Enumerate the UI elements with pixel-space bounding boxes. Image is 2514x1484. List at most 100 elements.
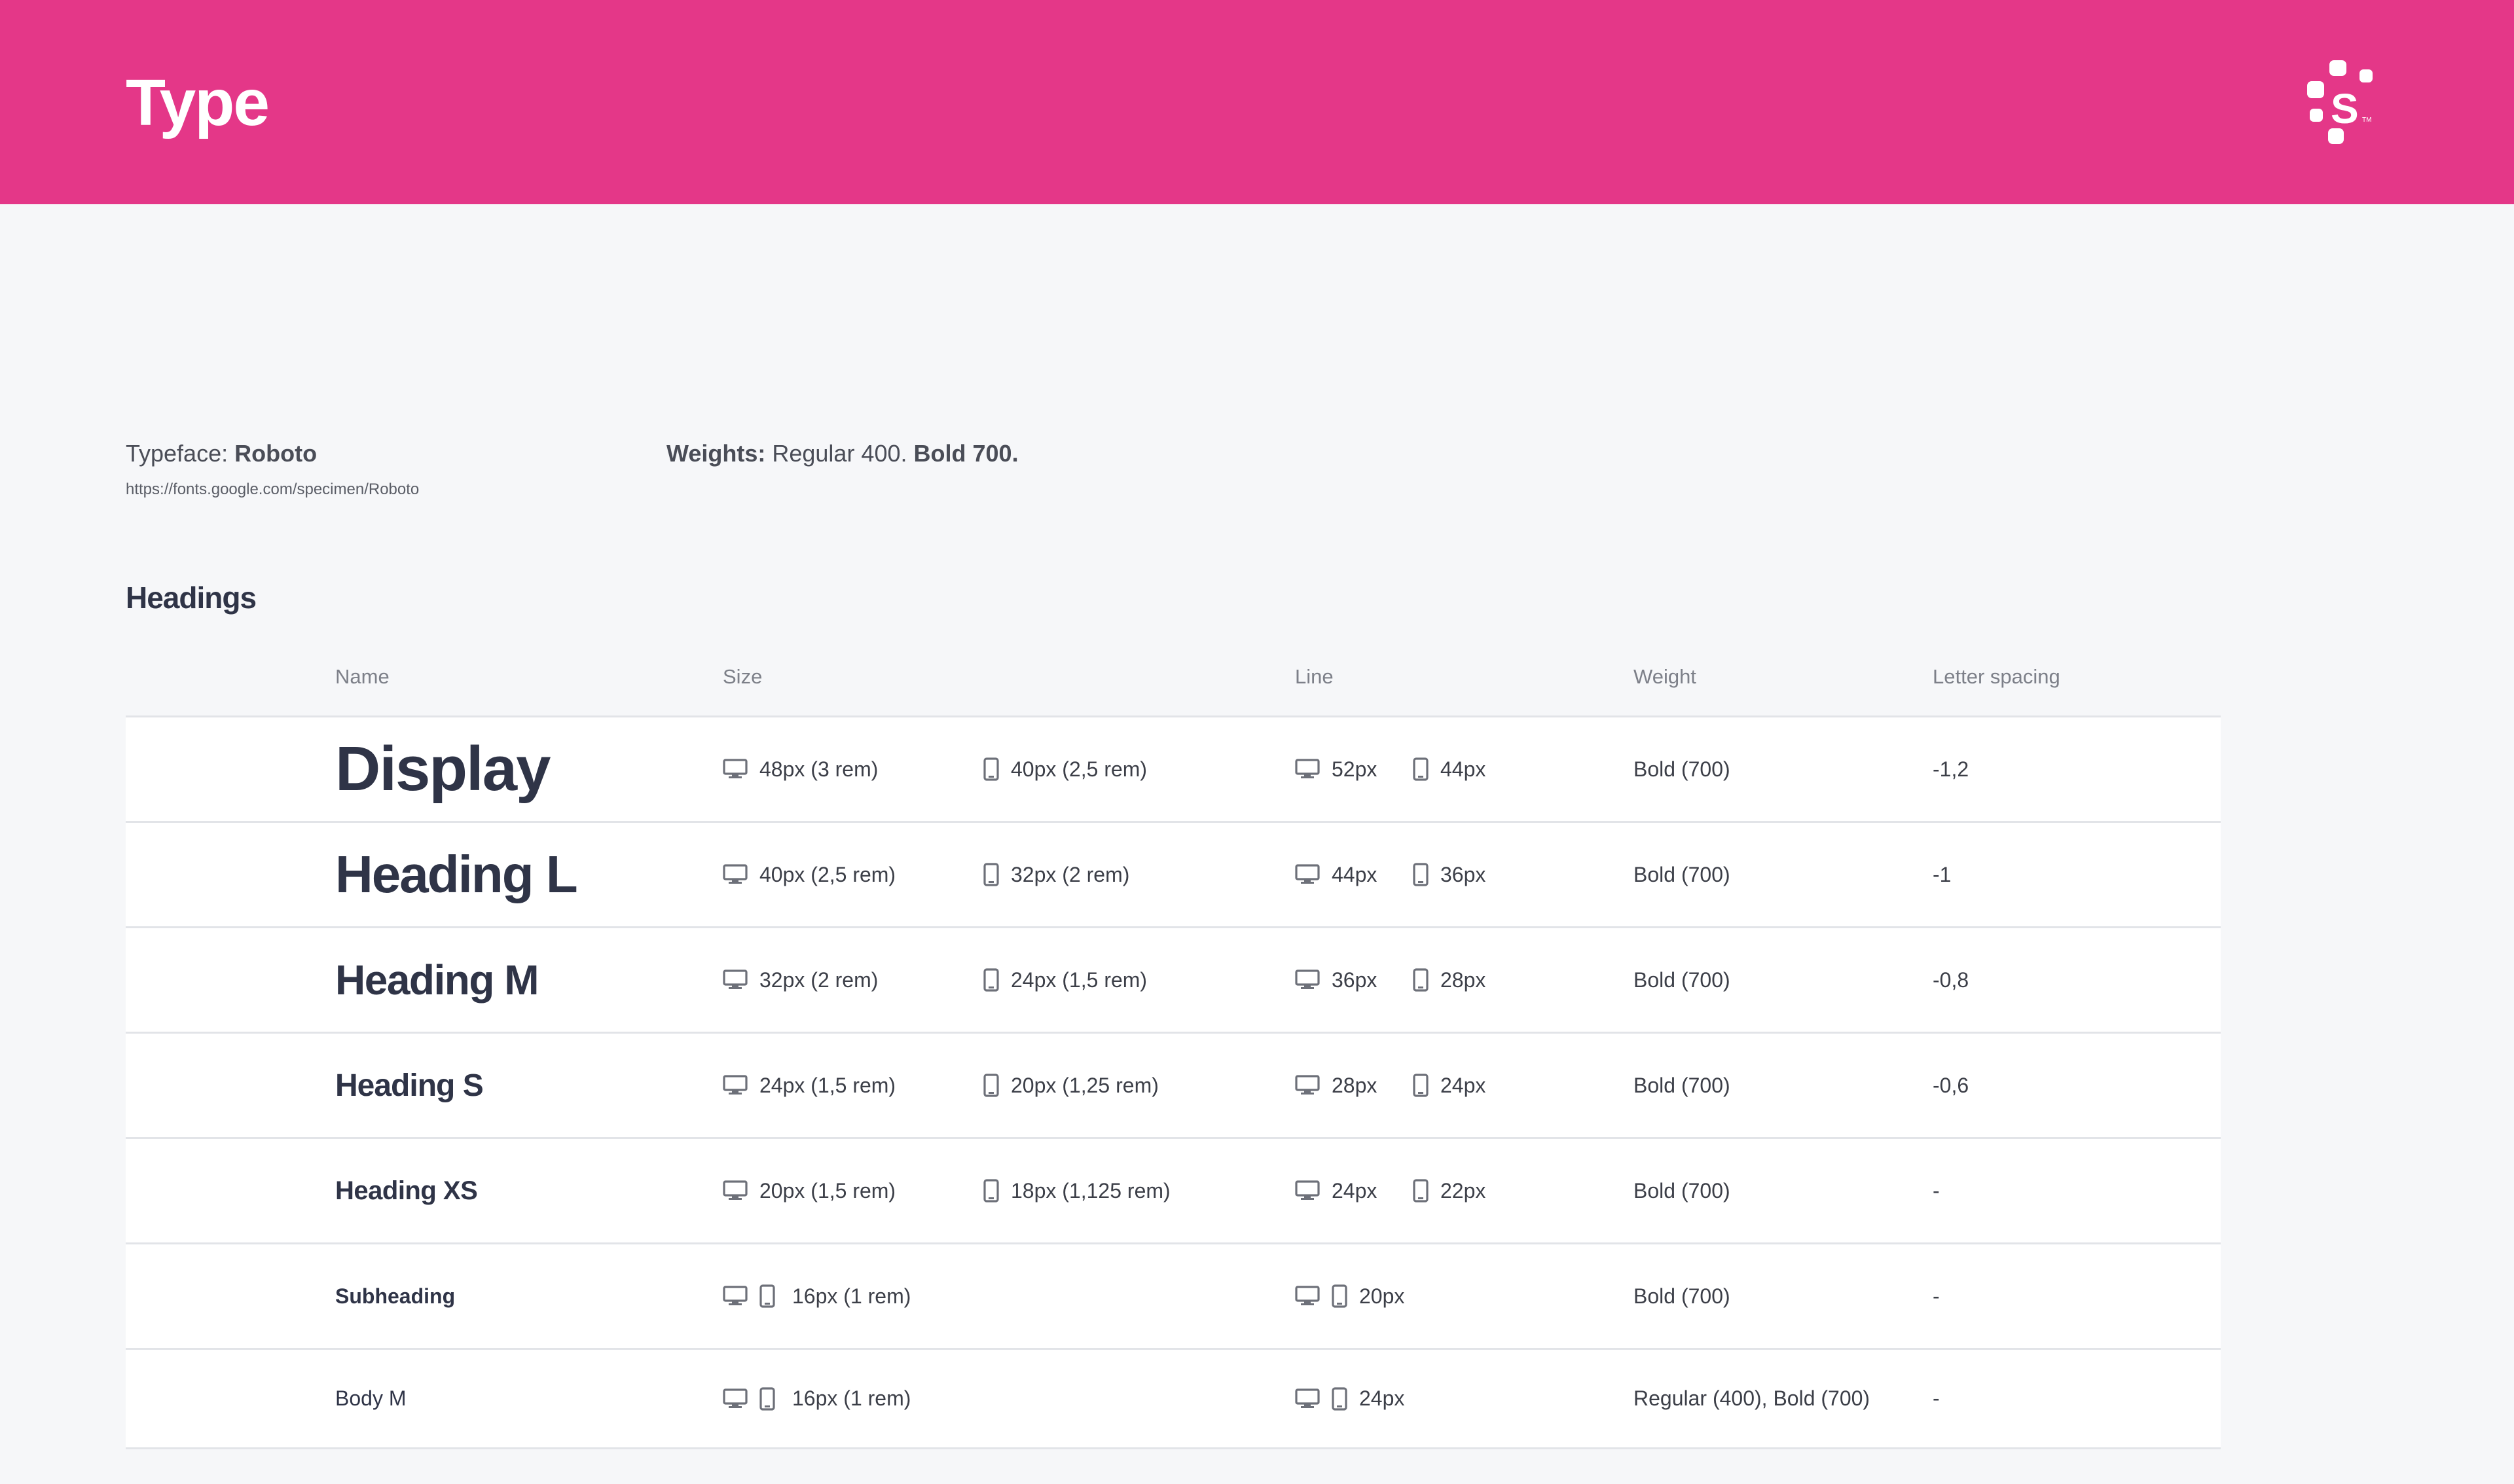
letter-spacing-value: -1 bbox=[1933, 862, 1952, 886]
mobile-icon bbox=[983, 863, 999, 886]
line-desktop-cell: 24px bbox=[1295, 1139, 1377, 1242]
mobile-icon bbox=[983, 1179, 999, 1203]
line-desktop-cell: 52px bbox=[1295, 717, 1377, 821]
column-header-name: Name bbox=[335, 665, 390, 688]
mobile-icon bbox=[759, 1386, 775, 1411]
table-row: Heading XS 20px (1,5 rem) 18px (1,125 rem)… bbox=[126, 1139, 2221, 1244]
letter-spacing-value: - bbox=[1933, 1284, 1940, 1308]
desktop-icon bbox=[723, 1285, 748, 1307]
size-mobile-cell: 18px (1,125 rem) bbox=[983, 1139, 1171, 1242]
line-desktop-cell: 44px bbox=[1295, 823, 1377, 926]
line-desktop-value: 28px bbox=[1332, 1073, 1377, 1097]
mobile-icon bbox=[1413, 863, 1429, 886]
desktop-icon bbox=[1295, 1388, 1320, 1410]
size-value: 16px (1 rem) bbox=[792, 1386, 911, 1410]
size-mobile-cell: 32px (2 rem) bbox=[983, 823, 1129, 926]
size-mobile-value: 20px (1,25 rem) bbox=[1011, 1073, 1159, 1097]
size-mobile-cell: 40px (2,5 rem) bbox=[983, 717, 1147, 821]
style-name: Body M bbox=[335, 1386, 407, 1410]
size-mobile-cell: 20px (1,25 rem) bbox=[983, 1034, 1159, 1137]
column-header-line: Line bbox=[1295, 665, 1334, 688]
typeface-info: Typeface: Roboto https://fonts.google.co… bbox=[126, 437, 419, 500]
svg-text:S: S bbox=[2331, 85, 2359, 132]
desktop-icon bbox=[1295, 1285, 1320, 1307]
letter-spacing-value: - bbox=[1933, 1178, 1940, 1203]
weight-value: Bold (700) bbox=[1633, 862, 1730, 886]
typeface-label: Typeface: Roboto bbox=[126, 440, 318, 467]
mobile-icon bbox=[759, 1284, 775, 1308]
section-title-headings: Headings bbox=[126, 581, 257, 615]
mobile-icon bbox=[1413, 968, 1429, 992]
typeface-url[interactable]: https://fonts.google.com/specimen/Roboto bbox=[126, 479, 419, 500]
letter-spacing-value: - bbox=[1933, 1386, 1940, 1410]
weight-value: Bold (700) bbox=[1633, 968, 1730, 992]
line-value: 20px bbox=[1359, 1284, 1405, 1308]
style-name: Heading XS bbox=[335, 1176, 478, 1205]
line-value: 24px bbox=[1359, 1386, 1405, 1410]
weights-info: Weights: Regular 400. Bold 700. bbox=[666, 437, 1019, 470]
line-desktop-value: 52px bbox=[1332, 757, 1377, 781]
line-mobile-cell: 28px bbox=[1413, 928, 1485, 1032]
page-title: Type bbox=[126, 66, 270, 139]
table-row: Heading S 24px (1,5 rem) 20px (1,25 rem) 28… bbox=[126, 1034, 2221, 1139]
size-desktop-cell: 24px (1,5 rem) bbox=[723, 1034, 896, 1137]
line-mobile-value: 44px bbox=[1440, 757, 1486, 781]
brand-logo-icon: S TM bbox=[2307, 60, 2373, 144]
mobile-icon bbox=[1413, 1074, 1429, 1097]
size-desktop-value: 20px (1,5 rem) bbox=[759, 1178, 896, 1203]
size-desktop-value: 32px (2 rem) bbox=[759, 968, 879, 992]
weight-value: Bold (700) bbox=[1633, 1284, 1730, 1308]
weight-value: Bold (700) bbox=[1633, 1073, 1730, 1097]
style-name: Heading S bbox=[335, 1068, 484, 1103]
line-mobile-cell: 22px bbox=[1413, 1139, 1485, 1242]
size-desktop-value: 48px (3 rem) bbox=[759, 757, 879, 781]
size-cell: 16px (1 rem) bbox=[723, 1350, 911, 1447]
size-desktop-cell: 32px (2 rem) bbox=[723, 928, 878, 1032]
line-mobile-cell: 44px bbox=[1413, 717, 1485, 821]
size-mobile-value: 24px (1,5 rem) bbox=[1011, 968, 1148, 992]
size-desktop-cell: 40px (2,5 rem) bbox=[723, 823, 896, 926]
typeface-name: Roboto bbox=[234, 440, 318, 467]
weight-value: Bold (700) bbox=[1633, 1178, 1730, 1203]
headings-table: Name Size Line Weight Letter spacing Dis… bbox=[126, 655, 2221, 1449]
weights-label: Weights: bbox=[666, 440, 766, 467]
line-desktop-value: 24px bbox=[1332, 1178, 1377, 1203]
mobile-icon bbox=[983, 1074, 999, 1097]
weights-bold: Bold 700. bbox=[913, 440, 1019, 467]
svg-text:TM: TM bbox=[2362, 117, 2371, 124]
size-desktop-value: 24px (1,5 rem) bbox=[759, 1073, 896, 1097]
mobile-icon bbox=[983, 968, 999, 992]
desktop-icon bbox=[723, 969, 748, 991]
size-mobile-value: 40px (2,5 rem) bbox=[1011, 757, 1148, 781]
line-mobile-value: 36px bbox=[1440, 862, 1486, 886]
mobile-icon bbox=[1413, 1179, 1429, 1203]
desktop-icon bbox=[723, 863, 748, 886]
table-body: Display 48px (3 rem) 40px (2,5 rem) 52px 44p… bbox=[126, 717, 2221, 1449]
line-mobile-cell: 36px bbox=[1413, 823, 1485, 926]
column-header-weight: Weight bbox=[1633, 665, 1696, 688]
line-mobile-value: 24px bbox=[1440, 1073, 1486, 1097]
weight-value: Regular (400), Bold (700) bbox=[1633, 1386, 1870, 1410]
desktop-icon bbox=[1295, 969, 1320, 991]
line-cell: 24px bbox=[1295, 1350, 1404, 1447]
size-desktop-cell: 48px (3 rem) bbox=[723, 717, 878, 821]
table-row: Display 48px (3 rem) 40px (2,5 rem) 52px 44p… bbox=[126, 717, 2221, 823]
column-header-size: Size bbox=[723, 665, 763, 688]
weight-value: Bold (700) bbox=[1633, 757, 1730, 781]
style-name: Subheading bbox=[335, 1284, 456, 1308]
line-desktop-value: 36px bbox=[1332, 968, 1377, 992]
desktop-icon bbox=[1295, 758, 1320, 780]
size-desktop-value: 40px (2,5 rem) bbox=[759, 862, 896, 886]
table-row: Body M 16px (1 rem) 24px Regular (400), Bol… bbox=[126, 1350, 2221, 1449]
line-mobile-value: 28px bbox=[1440, 968, 1486, 992]
mobile-icon bbox=[1332, 1386, 1347, 1411]
page-header: Type S TM bbox=[0, 0, 2514, 204]
size-mobile-value: 32px (2 rem) bbox=[1011, 862, 1130, 886]
desktop-icon bbox=[723, 758, 748, 780]
desktop-icon bbox=[1295, 863, 1320, 886]
size-mobile-cell: 24px (1,5 rem) bbox=[983, 928, 1147, 1032]
desktop-icon bbox=[1295, 1074, 1320, 1096]
table-row: Subheading 16px (1 rem) 20px Bold (700) - bbox=[126, 1244, 2221, 1350]
style-name: Display bbox=[335, 734, 551, 804]
letter-spacing-value: -1,2 bbox=[1933, 757, 1969, 781]
